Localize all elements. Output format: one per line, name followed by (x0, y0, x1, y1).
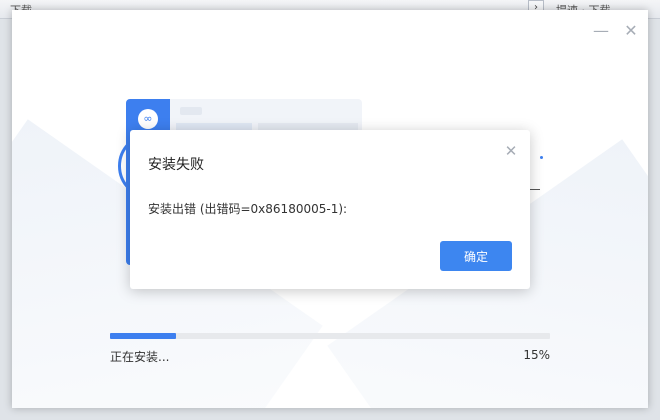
install-status-label: 正在安装... (110, 350, 170, 364)
ok-button[interactable]: 确定 (440, 241, 512, 271)
illustration-line (530, 189, 540, 190)
close-icon[interactable]: ✕ (622, 22, 640, 40)
install-failed-dialog: 安装失败 ✕ 安装出错 (出错码=0x86180005-1): 确定 (130, 130, 530, 289)
install-progress-fill (110, 333, 176, 339)
dialog-error-message: 安装出错 (出错码=0x86180005-1): (148, 202, 348, 216)
app-logo-icon: ∞ (138, 109, 158, 129)
dialog-title: 安装失败 (148, 157, 204, 173)
illustration-dot (540, 156, 543, 159)
illustration-bar (180, 107, 202, 115)
install-progress-bar (110, 333, 550, 339)
dialog-close-icon[interactable]: ✕ (502, 142, 520, 160)
minimize-icon[interactable]: — (592, 22, 610, 40)
install-progress-percent: 15% (523, 348, 550, 362)
